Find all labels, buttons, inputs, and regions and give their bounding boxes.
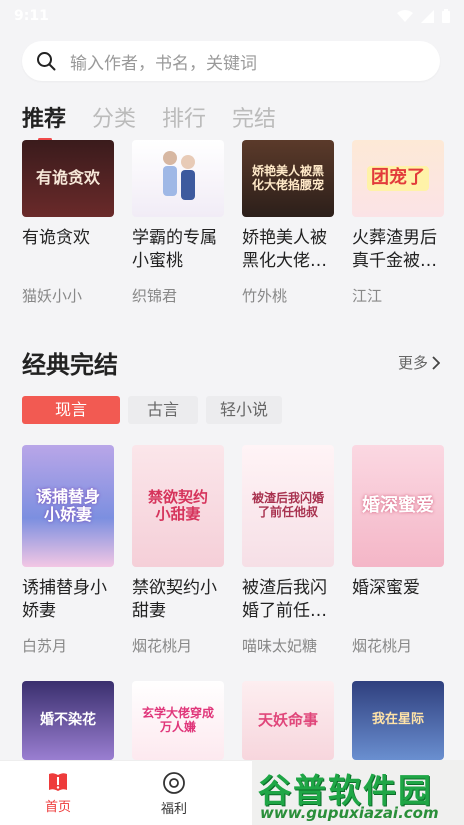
chip-light-novel[interactable]: 轻小说: [206, 396, 283, 424]
cover-text: 有诡贪欢: [35, 168, 100, 188]
book-cover[interactable]: 玄学大佬穿成万人嫌: [132, 681, 224, 760]
status-icons: [397, 9, 450, 23]
wifi-icon: [397, 10, 413, 22]
cover-text: 诱捕替身小娇妻: [35, 486, 100, 524]
cover-text: 婚不染花: [40, 712, 96, 729]
cover-text: 团宠了: [367, 166, 429, 191]
book-card[interactable]: 学霸的专属小蜜桃 织锦君: [132, 140, 224, 306]
nav-welfare[interactable]: 福利: [116, 761, 232, 825]
book-cover[interactable]: 被渣后我闪婚了前任他叔: [242, 445, 334, 567]
search-placeholder: 输入作者，书名，关键词: [70, 53, 257, 74]
book-title[interactable]: 诱捕替身小娇妻: [22, 577, 114, 623]
book-card[interactable]: 有诡贪欢 有诡贪欢 猫妖小小: [22, 140, 114, 306]
book-card[interactable]: 娇艳美人被黑化大佬掐腰宠 娇艳美人被黑化大佬… 竹外桃: [242, 140, 334, 306]
book-author: 烟花桃月: [132, 637, 193, 655]
watermark-url: www.gupuxiazai.com: [260, 804, 439, 822]
section-header: 经典完结 更多: [22, 345, 440, 380]
battery-icon: [442, 9, 450, 23]
more-label: 更多: [397, 354, 428, 372]
book-cover[interactable]: 团宠了: [352, 140, 444, 217]
book-title[interactable]: 被渣后我闪婚了前任…: [242, 577, 334, 623]
section-title: 经典完结: [22, 351, 118, 379]
book-title[interactable]: 有诡贪欢: [22, 227, 114, 273]
book-title[interactable]: 火葬渣男后真千金被…: [352, 227, 444, 273]
status-bar: 9:11: [0, 0, 464, 32]
chevron-right-icon: [432, 355, 440, 370]
book-cover[interactable]: 天妖命事: [242, 681, 334, 760]
cover-illustration: [163, 150, 195, 200]
book-icon: [49, 773, 67, 791]
book-cover[interactable]: [132, 140, 224, 217]
cover-text: 被渣后我闪婚了前任他叔: [252, 491, 325, 519]
book-cover[interactable]: 诱捕替身小娇妻: [22, 445, 114, 567]
status-time: 9:11: [14, 8, 49, 24]
tab-ranking[interactable]: 排行: [162, 101, 206, 133]
book-author: 烟花桃月: [352, 637, 413, 655]
book-card[interactable]: 被渣后我闪婚了前任他叔 被渣后我闪婚了前任… 喵味太妃糖: [242, 445, 334, 656]
book-author: 白苏月: [22, 637, 68, 655]
cover-text: 婚深蜜爱: [362, 494, 434, 516]
cover-text: 玄学大佬穿成万人嫌: [141, 705, 214, 734]
recommended-row: 有诡贪欢 有诡贪欢 猫妖小小 学霸的专属小蜜桃 织锦君 娇艳美人被黑化大佬掐腰宠…: [22, 140, 444, 306]
app-screen: 9:11 输入作者，书名，关键词 推荐 分类 排行 完结 有诡贪欢 有诡贪欢 猫…: [0, 0, 464, 825]
book-card[interactable]: 诱捕替身小娇妻 诱捕替身小娇妻 白苏月: [22, 445, 114, 656]
book-author: 竹外桃: [242, 287, 288, 305]
book-card[interactable]: 团宠了 火葬渣男后真千金被… 江江: [352, 140, 444, 306]
book-author: 猫妖小小: [22, 287, 83, 305]
more-link[interactable]: 更多: [398, 352, 440, 373]
signal-icon: [421, 9, 434, 23]
search-bar[interactable]: 输入作者，书名，关键词: [22, 41, 440, 81]
book-card[interactable]: 禁欲契约小甜妻 禁欲契约小甜妻 烟花桃月: [132, 445, 224, 656]
book-cover[interactable]: 有诡贪欢: [22, 140, 114, 217]
book-card[interactable]: 婚深蜜爱 婚深蜜爱 烟花桃月: [352, 445, 444, 656]
cover-text: 我在星际: [371, 712, 424, 728]
cover-text: 禁欲契约小甜妻: [147, 487, 208, 523]
book-cover[interactable]: 娇艳美人被黑化大佬掐腰宠: [242, 140, 334, 217]
book-author: 喵味太妃糖: [242, 637, 318, 655]
cover-text: 娇艳美人被黑化大佬掐腰宠: [251, 163, 324, 192]
cover-text: 天妖命事: [257, 710, 318, 729]
book-cover[interactable]: 婚深蜜爱: [352, 445, 444, 567]
chip-modern[interactable]: 现言: [22, 396, 120, 424]
book-title[interactable]: 学霸的专属小蜜桃: [132, 227, 224, 273]
top-tabs: 推荐 分类 排行 完结: [22, 101, 276, 141]
book-title[interactable]: 婚深蜜爱: [352, 577, 444, 623]
tab-recommend[interactable]: 推荐: [22, 101, 66, 141]
watermark: 谷普软件园 www.gupuxiazai.com: [252, 760, 464, 825]
chip-ancient[interactable]: 古言: [128, 396, 198, 424]
nav-home-label: 首页: [44, 800, 71, 815]
gift-target-icon: [163, 772, 185, 794]
book-title[interactable]: 娇艳美人被黑化大佬…: [242, 227, 334, 273]
book-title[interactable]: 禁欲契约小甜妻: [132, 577, 224, 623]
book-cover[interactable]: 婚不染花: [22, 681, 114, 760]
book-author: 织锦君: [132, 287, 178, 305]
search-icon: [37, 52, 56, 71]
category-chips: 现言 古言 轻小说: [22, 396, 283, 424]
tab-completed[interactable]: 完结: [232, 101, 276, 133]
nav-welfare-label: 福利: [160, 802, 187, 817]
book-cover[interactable]: 我在星际: [352, 681, 444, 760]
classic-row: 诱捕替身小娇妻 诱捕替身小娇妻 白苏月 禁欲契约小甜妻 禁欲契约小甜妻 烟花桃月…: [22, 445, 444, 656]
classic-row-next: 婚不染花 玄学大佬穿成万人嫌 天妖命事 我在星际: [22, 681, 444, 760]
nav-home[interactable]: 首页: [0, 761, 116, 825]
book-cover[interactable]: 禁欲契约小甜妻: [132, 445, 224, 567]
book-author: 江江: [352, 287, 383, 305]
tab-category[interactable]: 分类: [92, 101, 136, 133]
